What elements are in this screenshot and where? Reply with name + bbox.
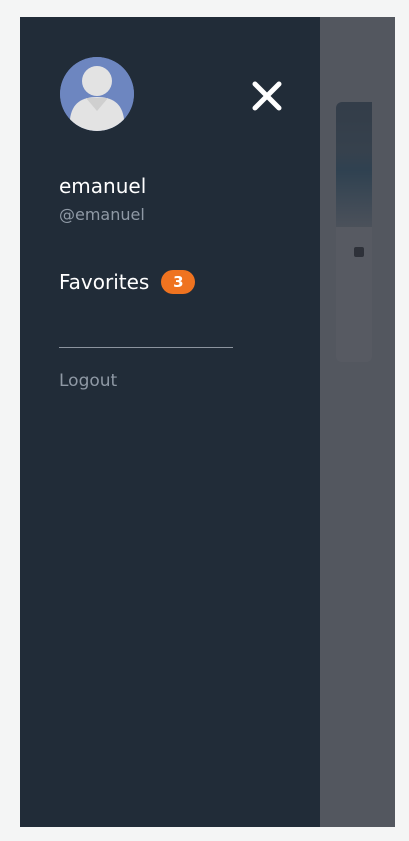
favorites-count-badge: 3 (161, 270, 196, 294)
logout-link[interactable]: Logout (59, 371, 117, 391)
app-screen: emanuel @emanuel Favorites 3 Logout (20, 17, 395, 827)
close-button[interactable] (248, 77, 286, 115)
favorites-menu-item[interactable]: Favorites 3 (59, 270, 196, 294)
menu-divider (59, 347, 233, 348)
favorites-label: Favorites (59, 270, 150, 294)
side-drawer: emanuel @emanuel Favorites 3 Logout (20, 17, 320, 827)
user-avatar-icon (60, 57, 134, 131)
user-name: emanuel (59, 174, 147, 198)
user-handle: @emanuel (59, 205, 145, 224)
close-icon (252, 81, 282, 111)
